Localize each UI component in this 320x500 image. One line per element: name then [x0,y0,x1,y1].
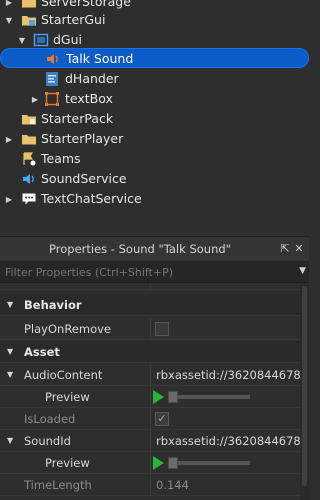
property-name: AudioContent [24,368,103,382]
column-divider [150,364,151,386]
audiocontent-value[interactable]: rbxassetid://3620844678 [156,368,300,382]
soundservice-icon [21,171,37,187]
collapse-arrow-icon[interactable]: ▼ [4,10,14,30]
tree-item-talk-sound[interactable]: Talk Sound [0,48,309,68]
section-asset[interactable]: ▼ Asset [0,341,300,363]
property-row-preview: Preview [0,386,300,408]
isloaded-checkbox: ✓ [155,412,169,426]
property-name: IsLoaded [24,412,76,426]
properties-scrollbar[interactable] [300,284,309,500]
screengui-icon [33,32,49,48]
section-title: Asset [24,345,60,359]
tree-item-label: ServerStorage [41,0,131,9]
property-row-soundid: ▼ SoundId rbxassetid://3620844678 [0,430,300,452]
properties-header: Properties - Sound "Talk Sound" ⇱ ✕ [0,236,309,262]
tree-item-label: textBox [65,91,113,106]
tree-item-starterplayer[interactable]: ▶ StarterPlayer [0,129,309,149]
script-icon [44,71,60,87]
column-divider [150,386,151,408]
sound-icon [45,51,61,67]
chat-icon [21,191,37,207]
preview-slider-knob[interactable] [168,457,178,469]
property-row-timelength: TimeLength 0.144 [0,474,300,496]
tree-item-label: Talk Sound [66,51,134,66]
tree-item-dgui[interactable]: ▼ dGui [0,30,309,50]
property-row-isloaded: IsLoaded ✓ [0,408,300,430]
collapse-arrow-icon[interactable]: ▼ [7,370,13,379]
play-icon[interactable] [153,456,164,470]
property-name: Preview [45,390,90,404]
collapse-arrow-icon[interactable]: ▼ [7,436,13,445]
tree-item-starterpack[interactable]: StarterPack [0,109,309,129]
column-divider [150,408,151,430]
tree-item-label: StarterPlayer [41,131,124,146]
column-divider [150,430,151,452]
explorer-panel: ▶ ServerStorage ▼ StarterGui ▼ dGui Talk… [0,0,309,236]
column-divider [150,474,151,496]
startergui-icon [21,12,37,28]
section-title: Behavior [24,298,82,312]
filter-properties-input[interactable] [5,265,295,280]
teams-icon [21,151,37,167]
folder-icon [21,111,37,127]
collapse-arrow-icon[interactable]: ▼ [17,30,27,50]
folder-icon [21,0,37,10]
collapse-arrow-icon[interactable]: ▼ [7,347,13,356]
playonremove-checkbox[interactable] [155,322,169,336]
frame-icon [44,91,60,107]
play-icon[interactable] [153,390,164,404]
tree-item-label: StarterPack [41,111,114,126]
preview-slider-track[interactable] [170,395,250,399]
expand-arrow-icon[interactable]: ▶ [4,129,14,149]
property-row [0,284,300,290]
property-name: PlayOnRemove [24,322,111,336]
properties-panel: Properties - Sound "Talk Sound" ⇱ ✕ ▼ ▼ … [0,236,309,500]
tree-item-soundservice[interactable]: SoundService [0,169,309,189]
properties-title: Properties - Sound "Talk Sound" [49,242,231,256]
property-row-preview-2: Preview [0,452,300,474]
expand-arrow-icon[interactable]: ▶ [4,189,14,209]
tree-item-textchatservice[interactable]: ▶ TextChatService [0,189,309,209]
preview-slider-knob[interactable] [168,391,178,403]
tree-item-startergui[interactable]: ▼ StarterGui [0,10,309,30]
tree-item-textbox[interactable]: ▶ textBox [0,89,309,109]
tree-item-teams[interactable]: Teams [0,149,309,169]
tree-item-label: TextChatService [41,191,142,206]
close-icon[interactable]: ✕ [293,243,305,255]
tree-item-dhander[interactable]: dHander [0,69,309,89]
chevron-down-icon[interactable]: ▼ [299,266,306,276]
scrollbar-thumb[interactable] [302,286,307,486]
undock-icon[interactable]: ⇱ [279,243,291,255]
filter-bar: ▼ [0,262,309,283]
collapse-arrow-icon[interactable]: ▼ [7,300,13,309]
soundid-value[interactable]: rbxassetid://3620844678 [156,434,300,448]
folder-icon [21,131,37,147]
property-row-audiocontent: ▼ AudioContent rbxassetid://3620844678 [0,364,300,386]
timelength-value: 0.144 [156,478,189,492]
tree-item-label: StarterGui [41,12,106,27]
property-name: SoundId [24,434,71,448]
preview-slider-track[interactable] [170,461,250,465]
property-name: TimeLength [24,478,92,492]
property-name: Preview [45,456,90,470]
properties-grid: ▼ Behavior PlayOnRemove ▼ Asset ▼ AudioC… [0,284,300,500]
expand-arrow-icon[interactable]: ▶ [30,89,40,109]
tree-item-label: SoundService [41,171,127,186]
section-behavior[interactable]: ▼ Behavior [0,294,300,316]
column-divider [150,318,151,340]
column-divider [150,452,151,474]
column-divider [150,284,151,290]
tree-item-label: dGui [53,32,83,47]
property-row-playonremove: PlayOnRemove [0,318,300,340]
tree-item-label: Teams [41,151,81,166]
tree-item-label: dHander [65,71,119,86]
